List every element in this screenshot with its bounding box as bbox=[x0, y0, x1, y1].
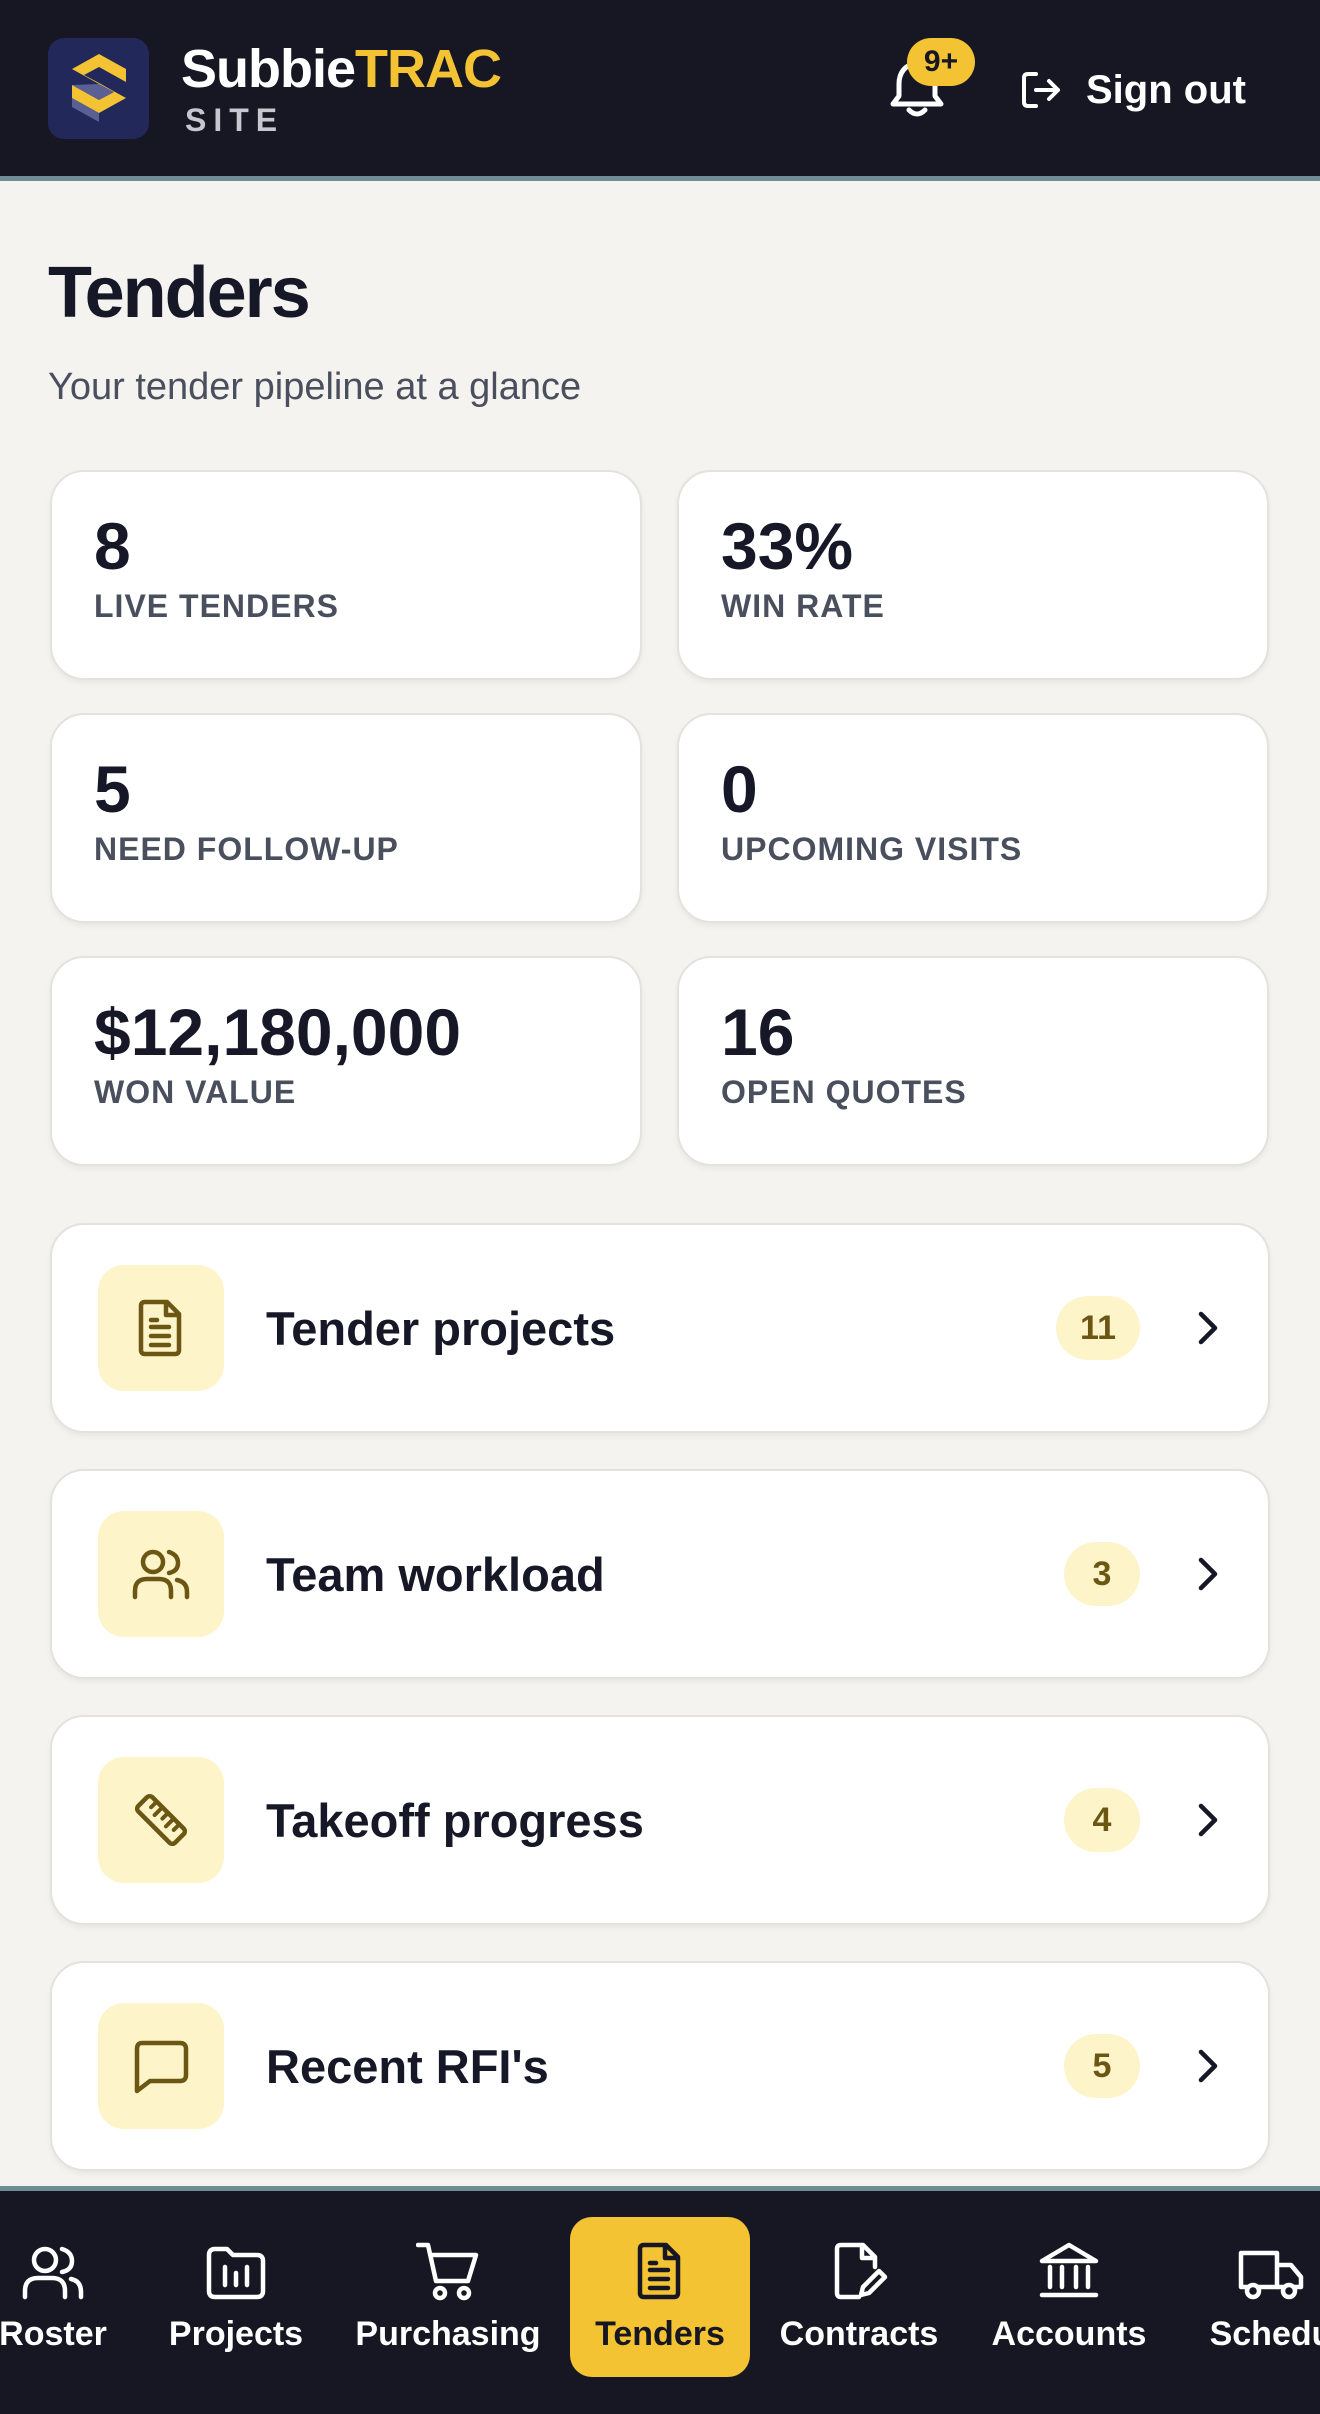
bank-icon bbox=[1039, 2242, 1099, 2298]
stat-value: 5 bbox=[94, 752, 131, 826]
stat-value: 8 bbox=[94, 509, 131, 583]
stat-label: LIVE TENDERS bbox=[94, 588, 339, 624]
bottom-nav-label: Projects bbox=[168, 2315, 304, 2353]
stat-value: 16 bbox=[721, 995, 795, 1069]
bottom-nav-label: Roster bbox=[0, 2315, 107, 2353]
nav-card-label: Recent RFI's bbox=[266, 2039, 549, 2093]
stat-value: $12,180,000 bbox=[94, 995, 462, 1069]
bottom-nav-label: Contracts bbox=[779, 2315, 939, 2353]
stat-value: 0 bbox=[721, 752, 758, 826]
bottom-nav-label: Purchasing bbox=[355, 2315, 541, 2353]
users-icon bbox=[132, 1549, 190, 1600]
stat-card-won-value[interactable]: $12,180,000 WON VALUE bbox=[50, 956, 642, 1166]
brand-subtitle: SITE bbox=[185, 101, 285, 138]
bottom-nav-label: Schedu bbox=[1209, 2315, 1320, 2353]
document-icon bbox=[138, 1299, 182, 1357]
cart-icon bbox=[416, 2242, 479, 2301]
nav-card-tender-projects[interactable]: Tender projects 11 bbox=[50, 1223, 1270, 1433]
app-header: SubbieTRAC SITE 9+ Sign out bbox=[0, 0, 1320, 181]
bottom-nav-accounts[interactable]: Accounts bbox=[984, 2217, 1154, 2377]
nav-card-count: 11 bbox=[1056, 1296, 1140, 1360]
nav-icon-tile bbox=[98, 1757, 224, 1883]
stat-card-win-rate[interactable]: 33% WIN RATE bbox=[677, 470, 1269, 680]
stat-label: NEED FOLLOW-UP bbox=[94, 831, 399, 867]
brand-name-part2: TRAC bbox=[355, 38, 502, 99]
nav-icon-tile bbox=[98, 1511, 224, 1637]
stat-label: UPCOMING VISITS bbox=[721, 831, 1023, 867]
users-icon bbox=[22, 2246, 84, 2300]
nav-card-count: 5 bbox=[1064, 2034, 1140, 2098]
stat-card-live-tenders[interactable]: 8 LIVE TENDERS bbox=[50, 470, 642, 680]
nav-card-count: 4 bbox=[1064, 1788, 1140, 1852]
bottom-nav-purchasing[interactable]: Purchasing bbox=[350, 2217, 546, 2377]
page-title: Tenders bbox=[48, 253, 311, 333]
nav-icon-tile bbox=[98, 2003, 224, 2129]
bottom-nav-schedule[interactable]: Schedu bbox=[1196, 2217, 1320, 2377]
document-icon bbox=[637, 2242, 681, 2300]
nav-card-label: Takeoff progress bbox=[266, 1793, 644, 1847]
stat-label: WIN RATE bbox=[721, 588, 885, 624]
truck-icon bbox=[1238, 2250, 1304, 2300]
bottom-nav-roster[interactable]: Roster bbox=[0, 2217, 112, 2377]
nav-card-label: Team workload bbox=[266, 1547, 605, 1601]
sign-out-button[interactable]: Sign out bbox=[1020, 60, 1246, 120]
brand-name-part1: Subbie bbox=[181, 38, 356, 99]
chevron-right-icon bbox=[1198, 1311, 1218, 1345]
message-icon bbox=[134, 2040, 189, 2094]
brand-logo[interactable] bbox=[48, 37, 149, 139]
bottom-nav-tenders[interactable]: Tenders bbox=[570, 2217, 750, 2377]
stat-value: 33% bbox=[721, 509, 854, 583]
brand-name: SubbieTRAC bbox=[181, 38, 502, 100]
nav-card-team-workload[interactable]: Team workload 3 bbox=[50, 1469, 1270, 1679]
bottom-nav: Roster Projects Purchasing Tenders Contr… bbox=[0, 2186, 1320, 2414]
bottom-nav-label: Tenders bbox=[595, 2315, 725, 2353]
chevron-right-icon bbox=[1198, 1803, 1218, 1837]
nav-card-takeoff-progress[interactable]: Takeoff progress 4 bbox=[50, 1715, 1270, 1925]
stat-card-need-follow-up[interactable]: 5 NEED FOLLOW-UP bbox=[50, 713, 642, 923]
ruler-icon bbox=[134, 1793, 188, 1847]
stat-label: OPEN QUOTES bbox=[721, 1074, 967, 1110]
chevron-right-icon bbox=[1198, 2049, 1218, 2083]
signed-document-icon bbox=[834, 2242, 888, 2300]
brand-text: SubbieTRAC SITE bbox=[181, 38, 502, 139]
page-subtitle: Your tender pipeline at a glance bbox=[48, 366, 582, 408]
nav-card-label: Tender projects bbox=[266, 1301, 616, 1355]
bottom-nav-label: Accounts bbox=[991, 2315, 1147, 2353]
stat-label: WON VALUE bbox=[94, 1074, 297, 1110]
stat-card-upcoming-visits[interactable]: 0 UPCOMING VISITS bbox=[677, 713, 1269, 923]
sign-out-icon bbox=[1022, 72, 1060, 108]
nav-icon-tile bbox=[98, 1265, 224, 1391]
stat-card-open-quotes[interactable]: 16 OPEN QUOTES bbox=[677, 956, 1269, 1166]
notification-badge[interactable]: 9+ bbox=[907, 38, 975, 86]
bottom-nav-projects[interactable]: Projects bbox=[160, 2217, 312, 2377]
nav-card-count: 3 bbox=[1064, 1542, 1140, 1606]
folder-chart-icon bbox=[206, 2246, 266, 2300]
sign-out-label: Sign out bbox=[1086, 67, 1246, 112]
nav-card-recent-rfis[interactable]: Recent RFI's 5 bbox=[50, 1961, 1270, 2171]
logo-icon bbox=[71, 54, 126, 122]
bottom-nav-contracts[interactable]: Contracts bbox=[774, 2217, 944, 2377]
chevron-right-icon bbox=[1198, 1557, 1218, 1591]
